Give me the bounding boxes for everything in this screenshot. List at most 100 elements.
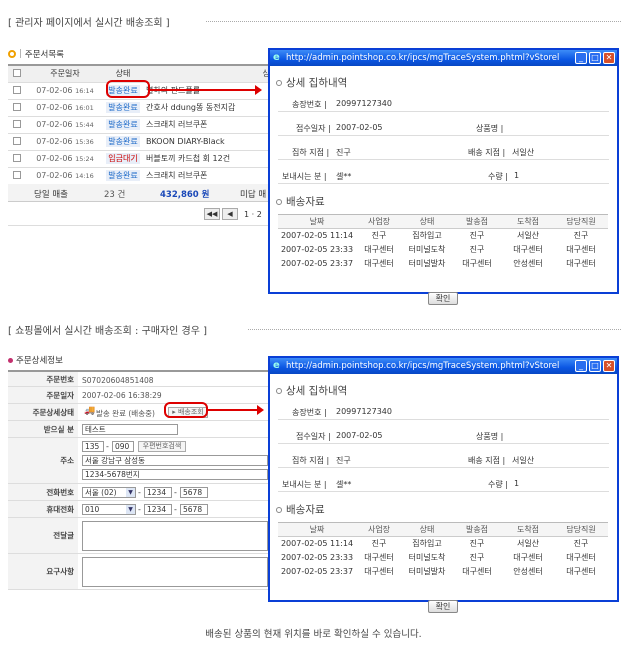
status-cell[interactable]: 입금대기 [104,150,142,168]
ie-icon: e [273,52,280,63]
trace-cell: 대구센터 [364,553,394,562]
first-page-button[interactable]: ◀◀ [204,208,220,220]
table-row[interactable]: 07-02-06 15:36 발송완료 BKOON DIARY-Black [8,133,270,151]
popup-titlebar[interactable]: e http://admin.pointshop.co.kr/ipcs/mgTr… [270,50,617,66]
minimize-icon[interactable]: _ [575,52,587,64]
trace-cell: 대구센터 [462,567,492,576]
message-textarea[interactable] [82,521,268,551]
info-invoice: 송장번호 | 20997127340 [278,402,609,420]
ok-button[interactable]: 확인 [428,292,458,305]
order-status: 발송 완료 (배송중) [96,409,155,418]
trace-cell: 대구센터 [364,245,394,254]
checkbox-icon[interactable] [13,153,21,162]
table-row[interactable]: 07-02-06 15:24 입금대기 버블토끼 카드첩 회 12건 [8,150,270,168]
phone-last-input[interactable]: 5678 [180,487,208,498]
trace-row: 2007-02-05 23:37 대구센터 터미널발차 대구센터 안성센터 대구센터 [278,565,608,579]
trace-data-title: 배송자료 [276,194,325,209]
zip-search-button[interactable]: 우편번호검색 [138,441,186,452]
status-cell[interactable]: 발송완료 [104,99,142,117]
close-icon[interactable]: ✕ [603,360,615,372]
ie-icon: e [273,360,280,371]
section2-title: [ 쇼핑몰에서 실시간 배송조회 : 구매자인 경우 ] [8,326,208,337]
truck-icon: 🚚 [84,406,96,416]
trace-cell: 대구센터 [513,245,543,254]
ring-icon [276,387,282,394]
zip1-input[interactable]: 135 [82,441,104,452]
checkbox-icon[interactable] [13,85,21,94]
trace-cell: 터미널발차 [408,259,446,268]
table-row[interactable]: 07-02-06 15:44 발송완료 스크래치 러브쿠폰 [8,116,270,134]
popup-url: http://admin.pointshop.co.kr/ipcs/mgTrac… [286,53,560,63]
row-checkbox[interactable] [8,99,26,117]
daily-sales-summary: 당일 매출 23 건 432,860 원 미답 매 [8,184,270,202]
status-cell[interactable]: 발송완료 [104,167,142,185]
trace-column: 도착점 [502,522,554,537]
arrow-to-popup [208,405,264,415]
checkbox-icon[interactable] [13,136,21,145]
table-row[interactable]: 07-02-06 14:16 발송완료 스크래치 러브쿠폰 [8,167,270,185]
info-branch: 집하 지점 | 진구 배송 지점 | 서일산 [278,142,609,160]
mobile-last-input[interactable]: 5678 [180,504,208,515]
trace-column: 상태 [402,214,452,229]
row-phone: 전화번호 서울 (02) ▼ - 1234 - 5678 [8,484,270,501]
close-icon[interactable]: ✕ [603,52,615,64]
trace-cell: 진구 [469,539,485,549]
phone-area-select[interactable]: 서울 (02) ▼ [82,487,136,498]
address2-input[interactable]: 1234-5678번지 [82,469,268,480]
bullet-icon [8,50,16,58]
phone-mid-input[interactable]: 1234 [144,487,172,498]
trace-row: 2007-02-05 23:37 대구센터 터미널발차 대구센터 안성센터 대구센터 [278,257,608,271]
order-date-cell: 07-02-06 15:44 [26,116,104,134]
row-checkbox[interactable] [8,133,26,151]
maximize-icon[interactable]: □ [589,52,601,64]
row-checkbox[interactable] [8,82,26,100]
trace-cell: 진구 [469,245,485,254]
info-sender: 보내시는 분 | 셀** 수량 | 1 [278,474,609,492]
mobile-area-select[interactable]: 010 ▼ [82,504,136,515]
order-date-cell: 07-02-06 15:36 [26,133,104,151]
row-checkbox[interactable] [8,167,26,185]
status-cell[interactable]: 발송완료 [104,116,142,134]
arrow-to-popup [150,85,262,95]
ok-button[interactable]: 확인 [428,600,458,613]
trace-table: 날짜 사업장 상태 발송점 도착점 담당직원 2007-02-05 11:14 진구 집하입고… [278,214,608,271]
section1-title: [ 관리자 페이지에서 실시간 배송조회 ] [8,18,170,29]
trace-cell: 2007-02-05 23:37 [280,259,354,268]
maximize-icon[interactable]: □ [589,360,601,372]
row-checkbox[interactable] [8,116,26,134]
order-number: S07020604851408 [82,376,154,385]
footer-note: 배송된 상품의 현재 위치를 바로 확인하실 수 있습니다. [205,629,422,640]
row-checkbox[interactable] [8,150,26,168]
trace-column: 사업장 [356,522,402,537]
section1-divider [206,21,621,22]
ring-icon [276,506,282,513]
chevron-down-icon: ▼ [126,488,135,497]
popup-titlebar[interactable]: e http://admin.pointshop.co.kr/ipcs/mgTr… [270,358,617,374]
recipient-input[interactable]: 테스트 [82,424,178,435]
zip2-input[interactable]: 090 [112,441,134,452]
info-received: 접수일자 | 2007-02-05 상품명 | [278,426,609,444]
trace-row: 2007-02-05 23:33 대구센터 터미널도착 진구 대구센터 대구센터 [278,551,608,565]
address1-input[interactable]: 서울 강남구 삼성동 [82,455,268,466]
order-date-cell: 07-02-06 16:01 [26,99,104,117]
trace-column: 도착점 [502,214,554,229]
checkbox-icon[interactable] [13,119,21,128]
trace-cell: 서일산 [516,231,540,241]
minimize-icon[interactable]: _ [575,360,587,372]
checkbox-icon[interactable] [13,102,21,111]
trace-cell: 터미널도착 [408,245,446,254]
trace-table: 날짜 사업장 상태 발송점 도착점 담당직원 2007-02-05 11:14 진구 집하입고… [278,522,608,579]
select-all-checkbox[interactable] [8,64,26,83]
checkbox-icon[interactable] [13,170,21,179]
page-numbers[interactable]: 1 · 2 [244,210,262,219]
trace-cell: 대구센터 [364,259,394,268]
trace-cell: 2007-02-05 11:14 [280,231,354,241]
request-textarea[interactable] [82,557,268,587]
mobile-mid-input[interactable]: 1234 [144,504,172,515]
status-cell[interactable]: 발송완료 [104,133,142,151]
checkbox-icon[interactable] [13,68,21,77]
product-cell: 간호사 ddung똥 동전지갑 [142,99,270,117]
table-row[interactable]: 07-02-06 16:01 발송완료 간호사 ddung똥 동전지갑 [8,99,270,117]
order-detail-header: 주문상세정보 [8,354,63,366]
prev-page-button[interactable]: ◀ [222,208,238,220]
